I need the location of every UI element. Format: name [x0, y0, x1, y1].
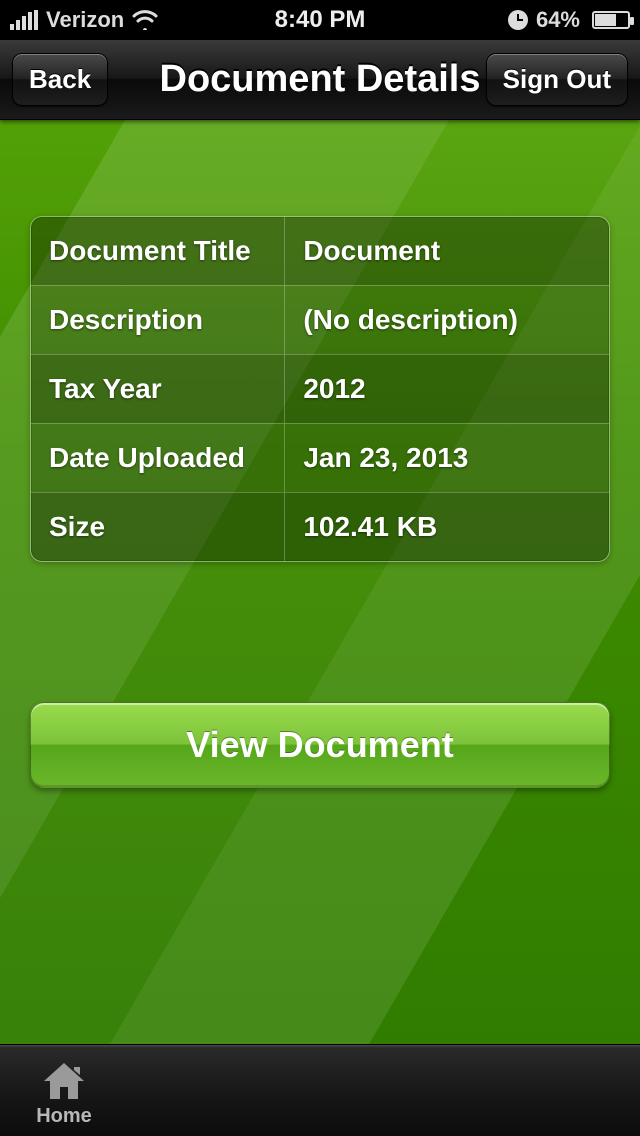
table-row: Description (No description) — [31, 285, 609, 354]
tab-bar: Home — [0, 1044, 640, 1136]
back-button[interactable]: Back — [12, 53, 108, 106]
content-area: Document Title Document Description (No … — [0, 120, 640, 1044]
detail-value: Jan 23, 2013 — [285, 424, 609, 492]
detail-table: Document Title Document Description (No … — [30, 216, 610, 562]
nav-bar: Back Document Details Sign Out — [0, 40, 640, 120]
tab-home[interactable]: Home — [0, 1053, 128, 1128]
status-bar: Verizon 8:40 PM 64% — [0, 0, 640, 40]
detail-label: Description — [31, 286, 285, 354]
detail-label: Tax Year — [31, 355, 285, 423]
table-row: Date Uploaded Jan 23, 2013 — [31, 423, 609, 492]
detail-value: (No description) — [285, 286, 609, 354]
table-row: Tax Year 2012 — [31, 354, 609, 423]
status-time: 8:40 PM — [0, 6, 640, 34]
view-document-button[interactable]: View Document — [30, 702, 610, 788]
detail-value: 2012 — [285, 355, 609, 423]
table-row: Document Title Document — [31, 217, 609, 285]
alarm-icon — [508, 10, 528, 30]
detail-label: Date Uploaded — [31, 424, 285, 492]
table-row: Size 102.41 KB — [31, 492, 609, 561]
detail-value: 102.41 KB — [285, 493, 609, 561]
detail-label: Size — [31, 493, 285, 561]
tab-home-label: Home — [0, 1105, 128, 1128]
battery-icon — [588, 11, 630, 29]
detail-label: Document Title — [31, 217, 285, 285]
home-icon — [0, 1059, 128, 1103]
sign-out-button[interactable]: Sign Out — [486, 53, 628, 106]
detail-value: Document — [285, 217, 609, 285]
